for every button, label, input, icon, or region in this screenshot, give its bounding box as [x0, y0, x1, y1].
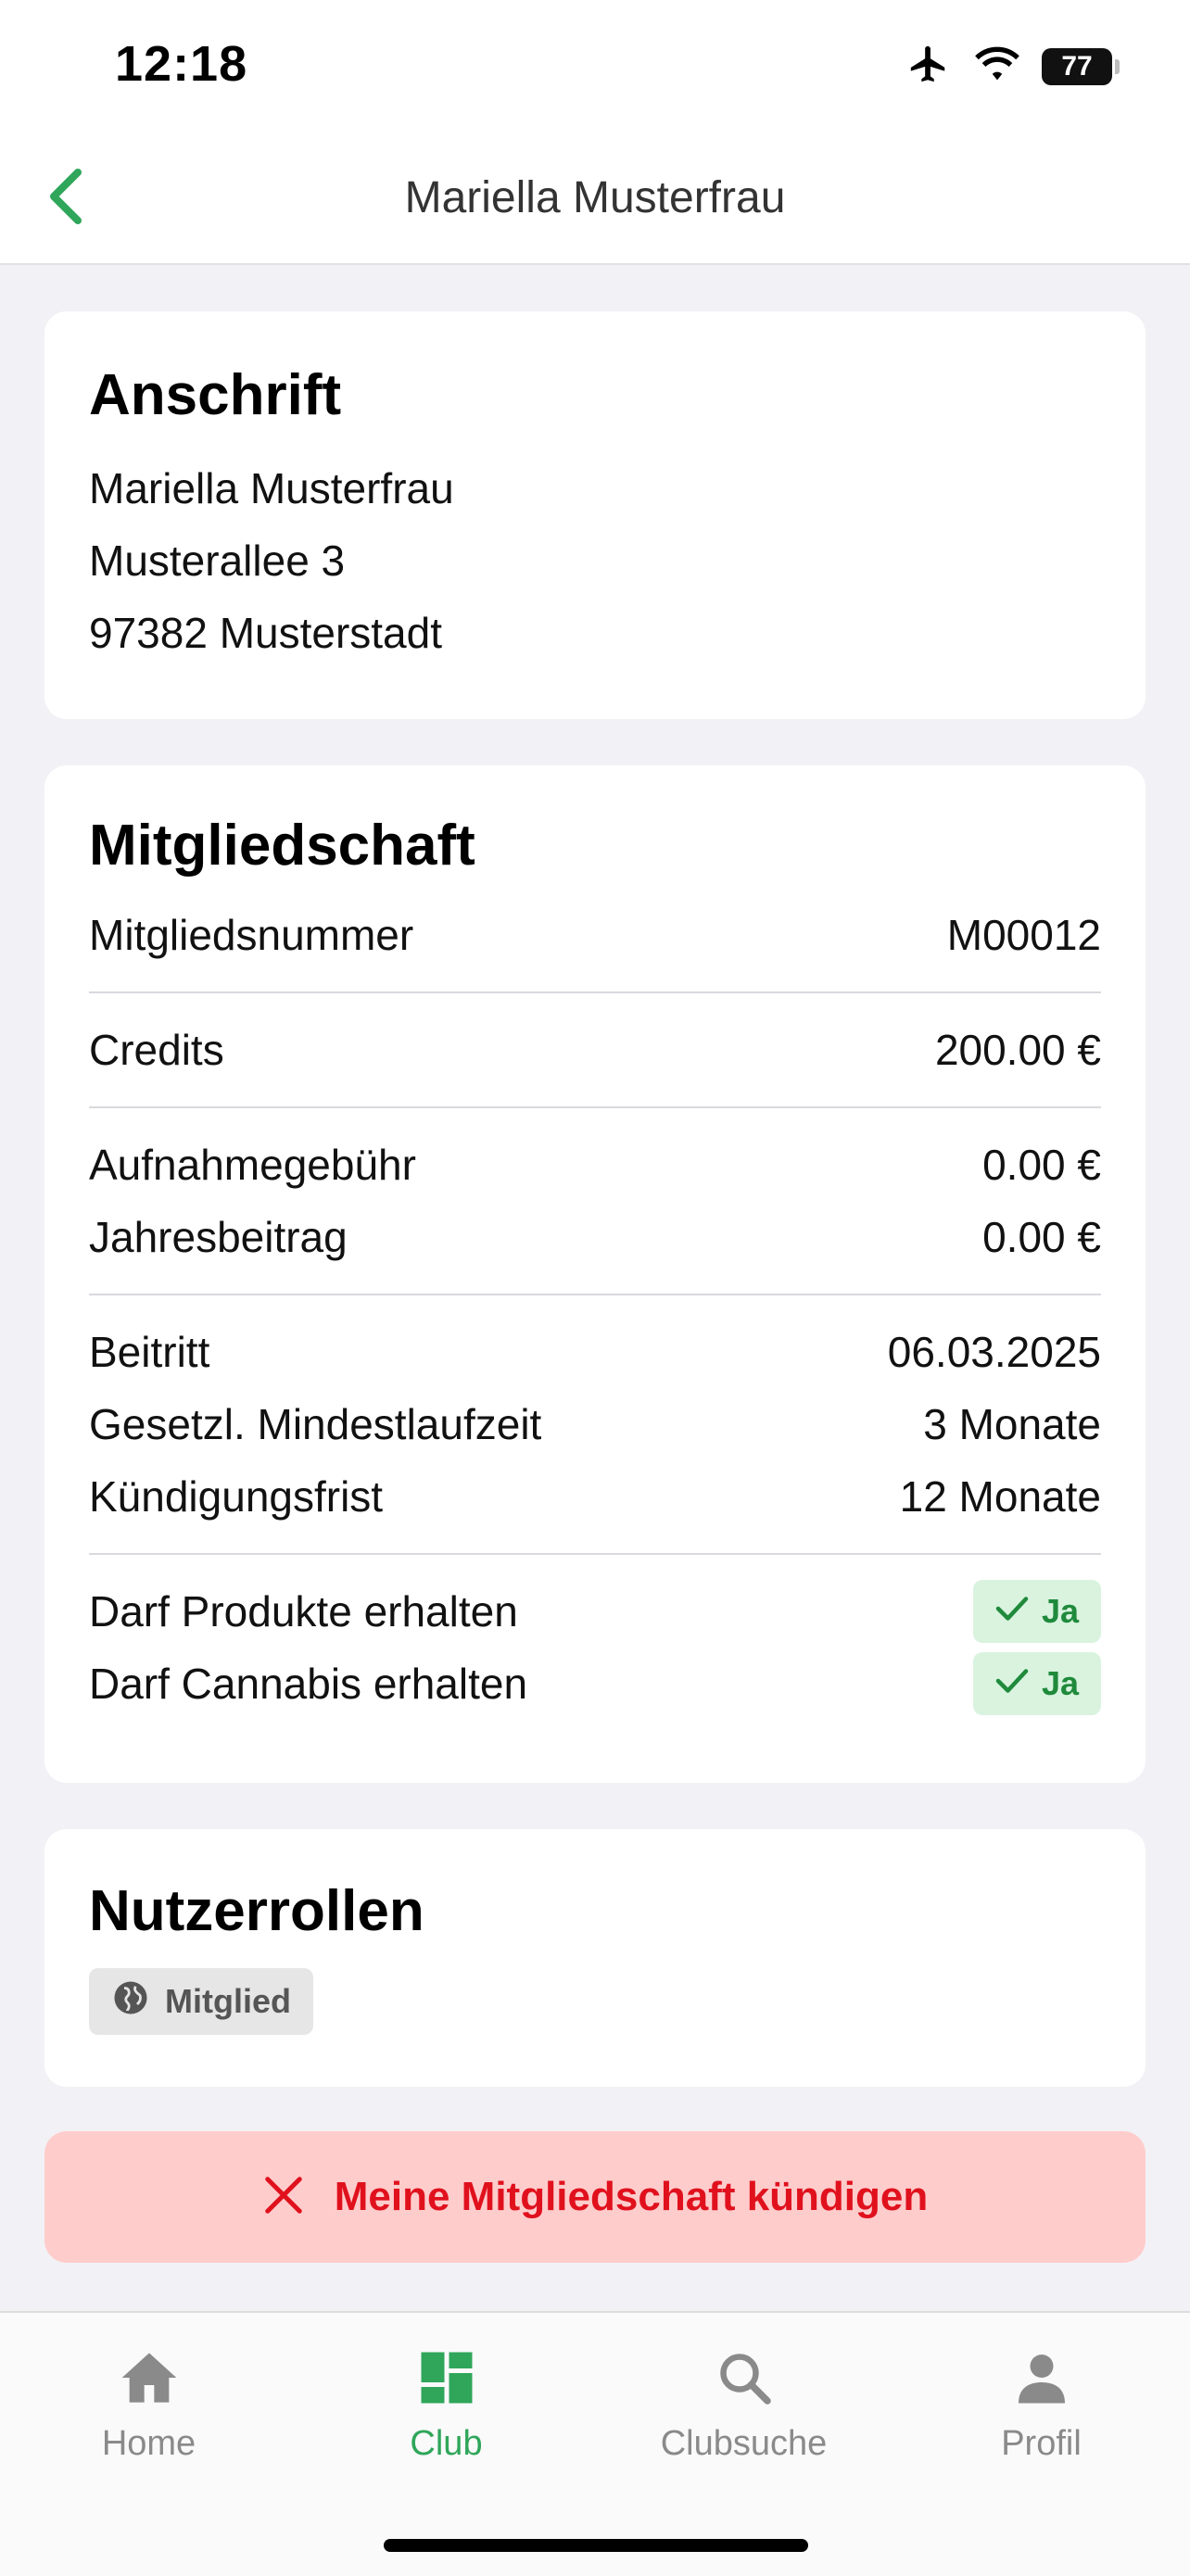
tab-home-label: Home	[101, 2424, 196, 2463]
cannabis-permission-badge: Ja	[972, 1652, 1101, 1715]
tab-bar: Home Club Clubsuche Profil	[0, 2311, 1190, 2576]
roles-card: Nutzerrollen Mitglied	[44, 1829, 1146, 2087]
role-chip: Mitglied	[89, 1968, 313, 2035]
divider	[89, 991, 1101, 993]
products-permission-value: Ja	[1041, 1592, 1079, 1630]
address-line-city: 97382 Musterstadt	[89, 609, 443, 657]
airplane-icon	[905, 43, 953, 90]
tab-club[interactable]: Club	[298, 2341, 595, 2464]
address-card: Anschrift Mariella Musterfrau Musteralle…	[44, 311, 1146, 719]
cannabis-permission-value: Ja	[1041, 1664, 1079, 1702]
tab-clubsuche-label: Clubsuche	[660, 2424, 828, 2463]
address-line-name: Mariella Musterfrau	[89, 464, 454, 512]
notice-period-label: Kündigungsfrist	[89, 1472, 384, 1521]
cannabis-permission-label: Darf Cannabis erhalten	[89, 1660, 528, 1708]
credits-row: Credits 200.00 €	[89, 1014, 1101, 1086]
products-permission-badge: Ja	[972, 1580, 1101, 1643]
page-title: Mariella Musterfrau	[404, 173, 786, 222]
tab-club-label: Club	[410, 2424, 483, 2463]
notice-period-row: Kündigungsfrist 12 Monate	[89, 1460, 1101, 1533]
minimum-term-value: 3 Monate	[923, 1400, 1101, 1448]
annual-fee-value: 0.00 €	[982, 1213, 1101, 1261]
membership-number-value: M00012	[946, 911, 1101, 959]
check-icon	[995, 1664, 1029, 1703]
tab-profil[interactable]: Profil	[892, 2341, 1190, 2464]
join-date-row: Beitritt 06.03.2025	[89, 1316, 1101, 1388]
status-bar: 12:18 77	[0, 0, 1190, 139]
nav-bar: Mariella Musterfrau	[0, 139, 1190, 265]
cannabis-permission-row: Darf Cannabis erhalten Ja	[89, 1648, 1101, 1720]
products-permission-row: Darf Produkte erhalten Ja	[89, 1575, 1101, 1648]
admission-fee-label: Aufnahmegebühr	[89, 1141, 416, 1189]
globe-icon	[111, 1978, 150, 2026]
cancel-membership-label: Meine Mitgliedschaft kündigen	[334, 2174, 929, 2219]
search-icon	[595, 2341, 892, 2415]
join-date-value: 06.03.2025	[887, 1328, 1101, 1376]
battery-indicator: 77	[1042, 47, 1120, 85]
divider	[89, 1294, 1101, 1295]
products-permission-label: Darf Produkte erhalten	[89, 1587, 518, 1635]
minimum-term-row: Gesetzl. Mindestlaufzeit 3 Monate	[89, 1388, 1101, 1460]
check-icon	[995, 1592, 1029, 1631]
tab-home[interactable]: Home	[0, 2341, 298, 2464]
notice-period-value: 12 Monate	[899, 1472, 1101, 1521]
membership-number-label: Mitgliedsnummer	[89, 911, 414, 959]
credits-label: Credits	[89, 1026, 224, 1074]
battery-level: 77	[1061, 50, 1093, 82]
annual-fee-row: Jahresbeitrag 0.00 €	[89, 1201, 1101, 1273]
credits-value: 200.00 €	[934, 1026, 1101, 1074]
admission-fee-row: Aufnahmegebühr 0.00 €	[89, 1129, 1101, 1201]
status-icons: 77	[905, 43, 1120, 90]
person-icon	[892, 2341, 1190, 2415]
divider	[89, 1106, 1101, 1108]
dashboard-icon	[298, 2341, 595, 2415]
address-line-street: Musterallee 3	[89, 537, 346, 585]
role-chip-label: Mitglied	[165, 1982, 291, 2020]
membership-card: Mitgliedschaft Mitgliedsnummer M00012 Cr…	[44, 765, 1146, 1783]
tab-clubsuche[interactable]: Clubsuche	[595, 2341, 892, 2464]
roles-title: Nutzerrollen	[89, 1879, 424, 1943]
address-title: Anschrift	[89, 363, 342, 427]
home-indicator	[384, 2539, 808, 2552]
membership-number-row: Mitgliedsnummer M00012	[89, 899, 1101, 971]
status-time: 12:18	[115, 36, 248, 92]
minimum-term-label: Gesetzl. Mindestlaufzeit	[89, 1400, 542, 1448]
divider	[89, 1553, 1101, 1555]
home-icon	[0, 2341, 298, 2415]
close-icon	[262, 2174, 305, 2221]
wifi-icon	[973, 45, 1021, 87]
membership-title: Mitgliedschaft	[89, 814, 475, 878]
annual-fee-label: Jahresbeitrag	[89, 1213, 348, 1261]
admission-fee-value: 0.00 €	[982, 1141, 1101, 1189]
tab-profil-label: Profil	[1001, 2424, 1082, 2463]
join-date-label: Beitritt	[89, 1328, 210, 1376]
cancel-membership-button[interactable]: Meine Mitgliedschaft kündigen	[44, 2131, 1146, 2263]
